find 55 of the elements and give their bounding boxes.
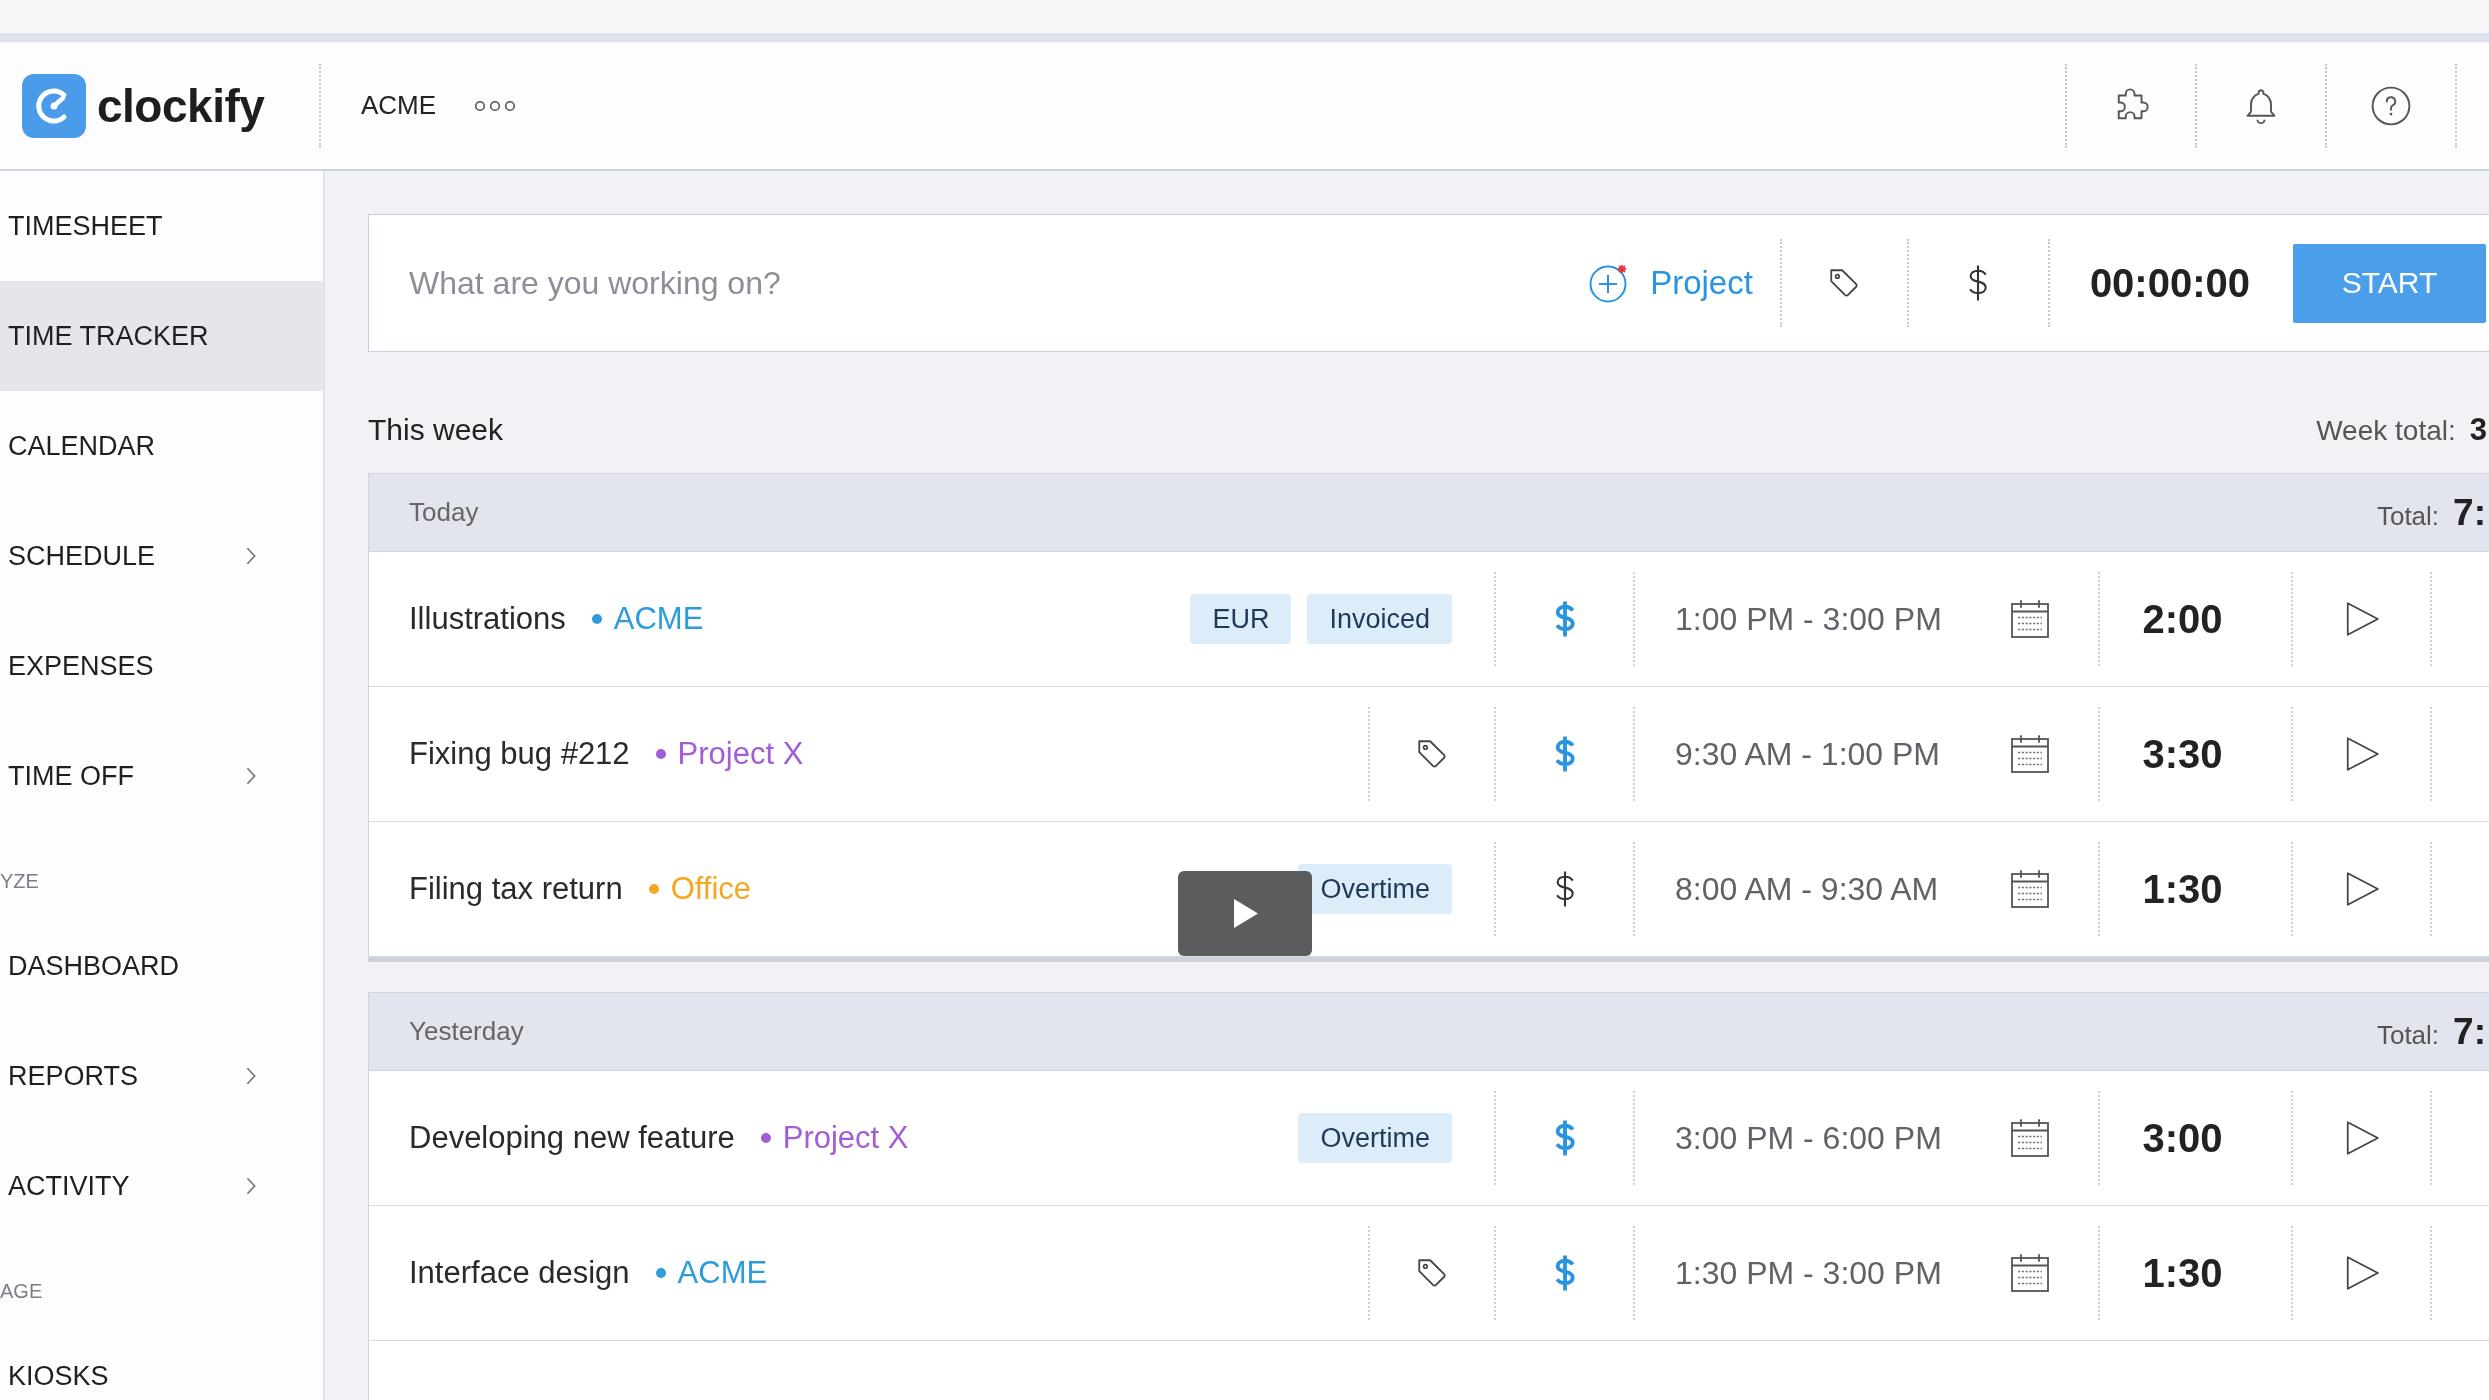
sidebar-item[interactable]: SCHEDULE: [0, 501, 323, 611]
logo-icon: [22, 73, 86, 138]
day-total-label: Total:: [2376, 500, 2440, 532]
tag-badge[interactable]: Overtime: [1298, 864, 1452, 914]
calendar-icon[interactable]: [2009, 868, 2051, 910]
sidebar-item[interactable]: CALENDAR: [0, 391, 323, 501]
week-total-value: 3: [2469, 412, 2487, 448]
sidebar-item[interactable]: KIOSKS: [0, 1321, 323, 1400]
section-label: YZE: [0, 869, 40, 894]
sidebar-item[interactable]: EXPENSES: [0, 611, 323, 721]
logo-text: clockify: [97, 78, 265, 133]
entry-description: Fixing bug #212: [409, 736, 630, 772]
tag-badge[interactable]: EUR: [1190, 594, 1292, 644]
entry-duration[interactable]: 2:00: [2142, 596, 2223, 642]
time-range[interactable]: 8:00 AM - 9:30 AM: [1675, 870, 1939, 908]
workspace-switcher[interactable]: ACME: [361, 90, 437, 121]
tag-badge[interactable]: Overtime: [1298, 1113, 1452, 1163]
entry-description: Developing new feature: [409, 1120, 735, 1156]
section-label: AGE: [0, 1279, 44, 1304]
tag-badge[interactable]: Invoiced: [1307, 594, 1452, 644]
entry-duration[interactable]: 1:30: [2142, 1250, 2223, 1296]
day-total-value: 7:: [2453, 491, 2486, 534]
sidebar-item[interactable]: REPORTS: [0, 1021, 323, 1131]
description-input[interactable]: What are you working on?: [368, 214, 1589, 352]
calendar-icon[interactable]: [2009, 1252, 2051, 1294]
timer-display: 00:00:00: [2089, 260, 2250, 306]
sidebar-item[interactable]: DASHBOARD: [0, 911, 323, 1021]
calendar-icon[interactable]: [2009, 733, 2051, 775]
entry-project[interactable]: Project X: [677, 736, 804, 772]
entry-description: Interface design: [409, 1255, 630, 1291]
week-total-label: Week total:: [2316, 415, 2456, 447]
time-range[interactable]: 1:00 PM - 3:00 PM: [1675, 600, 1942, 638]
calendar-icon[interactable]: [2009, 1117, 2051, 1159]
time-range[interactable]: 3:00 PM - 6:00 PM: [1675, 1119, 1942, 1157]
sidebar-item[interactable]: TIME OFF: [0, 721, 323, 831]
sidebar-item[interactable]: TIME TRACKER: [0, 281, 323, 391]
time-range[interactable]: 9:30 AM - 1:00 PM: [1675, 735, 1940, 773]
entry-description: Illustrations: [409, 601, 566, 637]
entry-duration[interactable]: 1:30: [2142, 866, 2223, 912]
sidebar-item[interactable]: TIMESHEET: [0, 171, 323, 281]
day-total-value: 7:: [2453, 1010, 2486, 1053]
video-play-button[interactable]: [1178, 871, 1312, 956]
entry-project[interactable]: Project X: [782, 1120, 909, 1156]
sidebar-item[interactable]: ACTIVITY: [0, 1131, 323, 1241]
entry-duration[interactable]: 3:00: [2142, 1115, 2223, 1161]
calendar-icon[interactable]: [2009, 598, 2051, 640]
day-label: Yesterday: [409, 1016, 524, 1047]
day-total-label: Total:: [2376, 1019, 2440, 1051]
entry-description: Filing tax return: [409, 871, 623, 907]
time-range[interactable]: 1:30 PM - 3:00 PM: [1675, 1254, 1942, 1292]
help-icon[interactable]: [2370, 84, 2412, 127]
week-title: This week: [368, 413, 504, 447]
day-label: Today: [409, 497, 479, 528]
entry-duration[interactable]: 3:30: [2142, 731, 2223, 777]
more-icon[interactable]: [474, 99, 517, 112]
